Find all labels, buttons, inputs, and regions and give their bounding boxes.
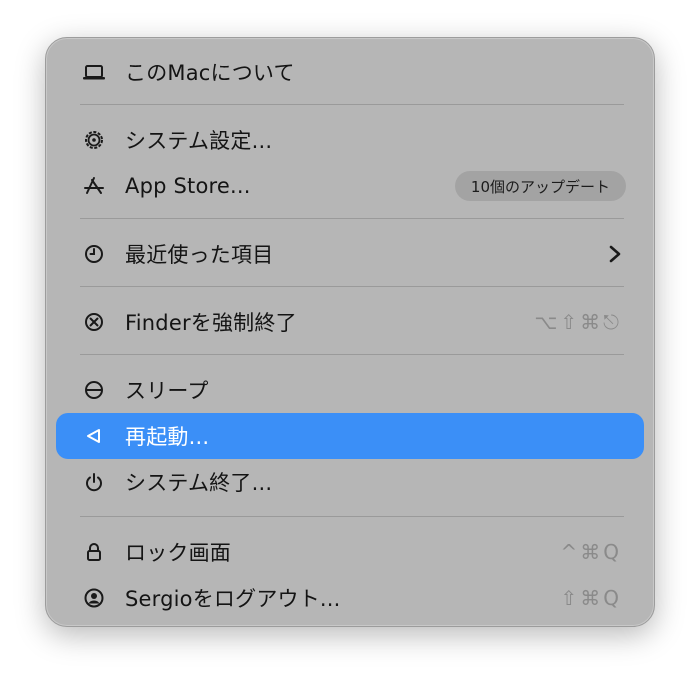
menu-divider <box>80 104 624 105</box>
menu-item-log-out[interactable]: Sergioをログアウト... ⇧⌘Q <box>56 575 644 621</box>
force-quit-icon <box>82 310 106 334</box>
menu-item-label: 再起動... <box>125 425 210 449</box>
lock-icon <box>82 540 106 564</box>
sleep-icon <box>82 378 106 402</box>
menu-item-label: ロック画面 <box>125 541 231 565</box>
menu-item-app-store[interactable]: App Store... 10個のアップデート <box>56 163 644 209</box>
laptop-icon <box>82 60 106 84</box>
updates-badge: 10個のアップデート <box>454 171 626 201</box>
menu-divider <box>80 354 624 355</box>
menu-divider <box>80 218 624 219</box>
menu-item-label: 最近使った項目 <box>125 243 274 267</box>
keyboard-shortcut: ⇧⌘Q <box>560 586 622 610</box>
menu-item-label: システム終了... <box>125 471 273 495</box>
menu-item-system-settings[interactable]: システム設定... <box>56 117 644 163</box>
keyboard-shortcut: ⌥⇧⌘⎋ <box>534 310 622 334</box>
menu-divider <box>80 516 624 517</box>
restart-icon <box>82 424 106 448</box>
user-icon <box>82 586 106 610</box>
menu-item-sleep[interactable]: スリープ <box>56 367 644 413</box>
menu-item-label: このMacについて <box>125 61 295 85</box>
menu-item-lock-screen[interactable]: ロック画面 ^⌘Q <box>56 529 644 575</box>
menu-item-label: App Store... <box>125 174 251 198</box>
keyboard-shortcut: ^⌘Q <box>560 540 622 564</box>
app-store-icon <box>82 174 106 198</box>
menu-item-restart[interactable]: 再起動... <box>56 413 644 459</box>
chevron-right-icon <box>608 244 622 264</box>
menu-item-shut-down[interactable]: システム終了... <box>56 459 644 505</box>
menu-divider <box>80 286 624 287</box>
menu-item-label: システム設定... <box>125 129 273 153</box>
gear-icon <box>82 128 106 152</box>
menu-item-label: Sergioをログアウト... <box>125 587 341 611</box>
menu-item-recent-items[interactable]: 最近使った項目 <box>56 231 644 277</box>
menu-item-label: Finderを強制終了 <box>125 311 297 335</box>
menu-item-about-this-mac[interactable]: このMacについて <box>56 49 644 95</box>
menu-item-force-quit[interactable]: Finderを強制終了 ⌥⇧⌘⎋ <box>56 299 644 345</box>
clock-icon <box>82 242 106 266</box>
menu-item-label: スリープ <box>125 379 209 403</box>
power-icon <box>82 470 106 494</box>
apple-menu: このMacについて システム設定... App Store... 10個のアップ… <box>45 37 655 627</box>
